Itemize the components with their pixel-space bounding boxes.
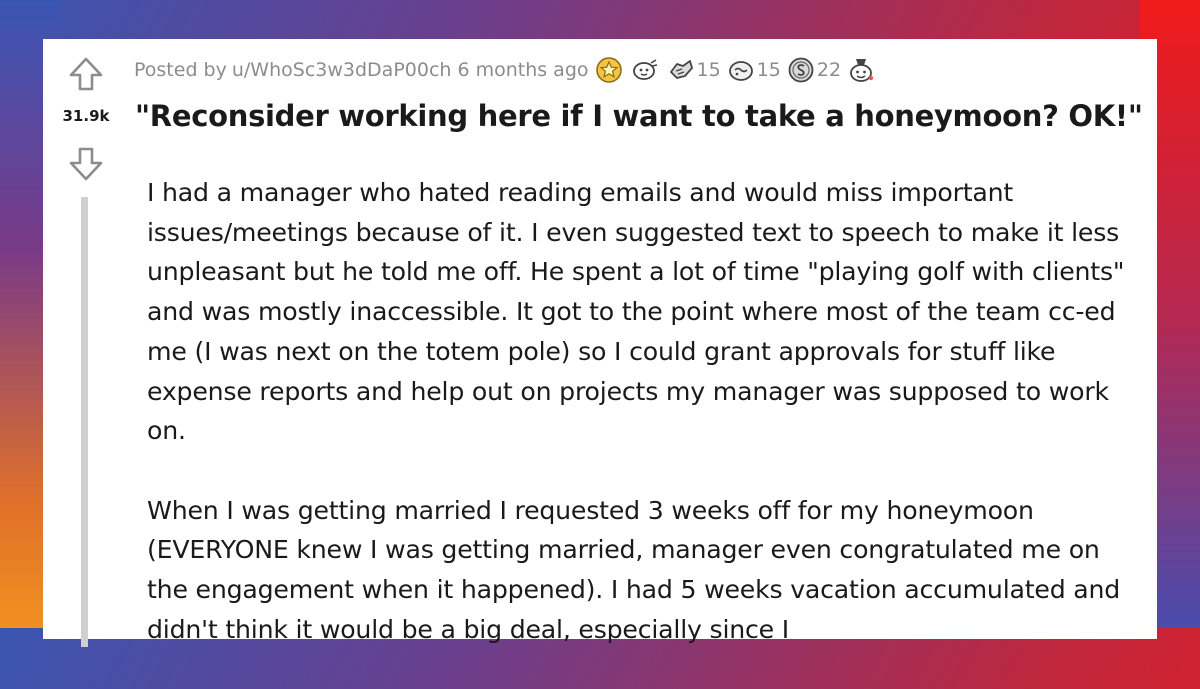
upvote-arrow-icon — [69, 57, 103, 91]
award-silver[interactable]: 15 — [727, 56, 781, 84]
thread-collapse-line[interactable] — [81, 197, 88, 647]
downvote-button[interactable] — [65, 143, 107, 185]
post-card: 31.9k Posted by u/WhoSc3w3dDaP00ch 6 mon… — [43, 39, 1157, 647]
wholesome-award-icon — [632, 59, 657, 80]
post-body: I had a manager who hated reading emails… — [147, 173, 1147, 689]
post-age: 6 months ago — [457, 59, 589, 81]
gold-award-icon — [595, 57, 622, 83]
downvote-arrow-icon — [69, 147, 103, 181]
award-party[interactable] — [847, 56, 877, 84]
award-count: 22 — [816, 59, 842, 81]
award-count: 15 — [756, 59, 781, 81]
upvote-button[interactable] — [65, 53, 107, 95]
award-gold[interactable] — [595, 56, 625, 84]
posted-by-label: Posted by — [134, 59, 227, 81]
post-paragraph: When I was getting married I requested 3… — [147, 495, 1121, 644]
party-award-icon — [850, 59, 874, 82]
award-wholesome[interactable] — [631, 56, 661, 84]
award-helpful[interactable]: 15 — [667, 56, 721, 84]
award-coin[interactable]: 22 — [787, 56, 841, 84]
award-count: 15 — [696, 59, 721, 81]
post-title[interactable]: "Reconsider working here if I want to ta… — [135, 99, 1145, 133]
vote-column: 31.9k — [43, 39, 129, 647]
post-meta: Posted by u/WhoSc3w3dDaP00ch 6 months ag… — [134, 55, 877, 85]
silver-award-icon — [728, 61, 753, 81]
vote-score: 31.9k — [62, 107, 110, 125]
helpful-award-icon — [669, 60, 693, 79]
coin-award-icon — [788, 57, 814, 83]
post-paragraph: I had a manager who hated reading emails… — [147, 178, 1125, 446]
author-link[interactable]: u/WhoSc3w3dDaP00ch — [232, 59, 452, 81]
